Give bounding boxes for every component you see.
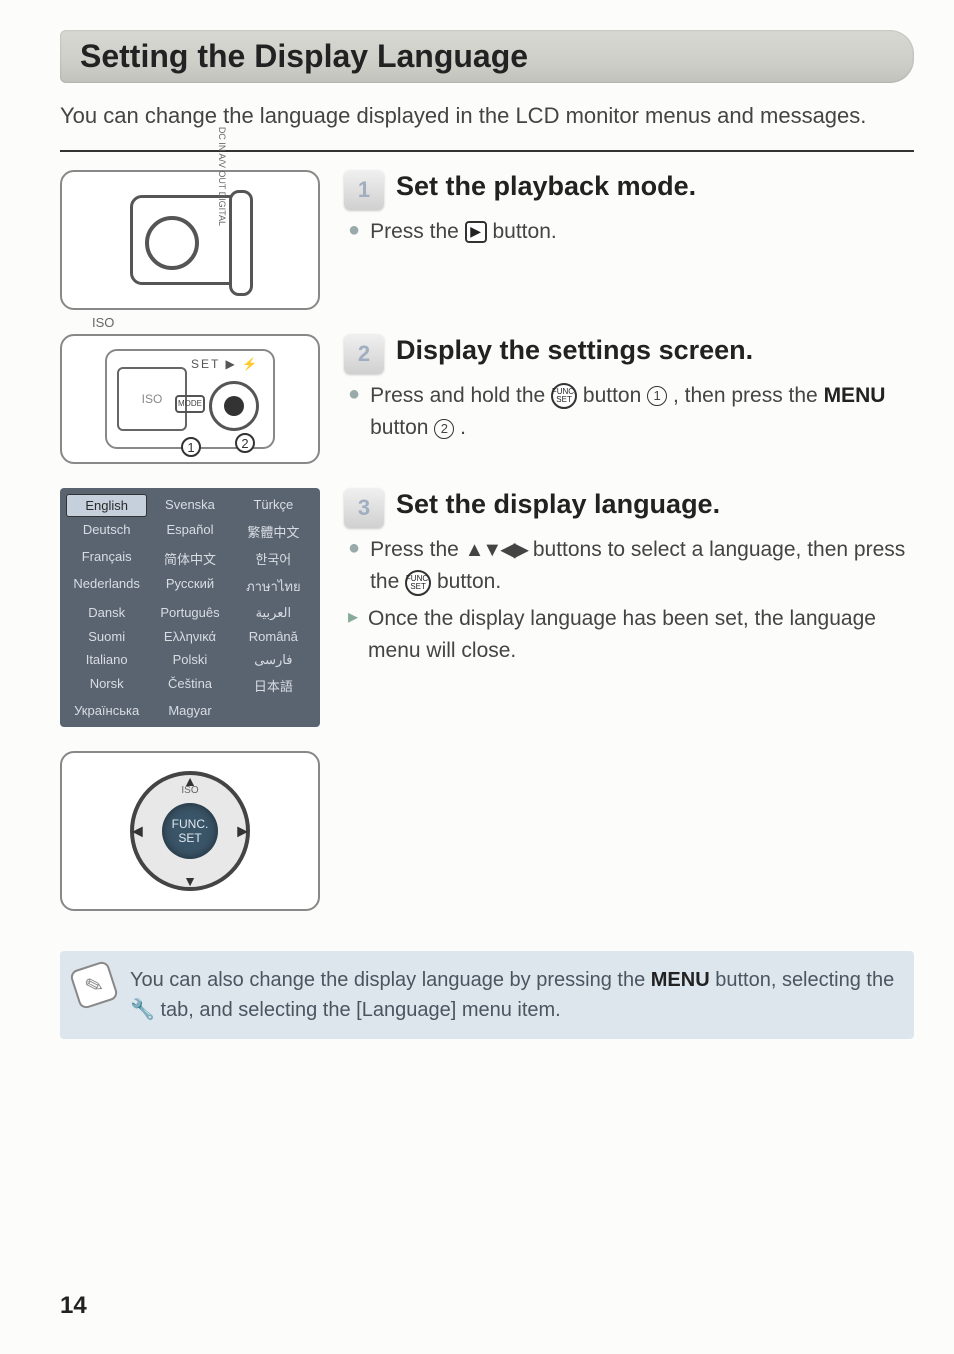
bullet-icon: ● xyxy=(348,216,360,249)
step-1-title: Set the playback mode. xyxy=(396,170,696,202)
bullet-icon: ● xyxy=(348,534,360,599)
right-arrow-icon: ▶ xyxy=(237,822,248,839)
step-2-row: SET ▶ ⚡ ISO MODE 1 2 2 Display the setti… xyxy=(60,334,914,464)
language-option: Norsk xyxy=(66,673,147,698)
divider xyxy=(60,150,914,152)
pencil-icon: ✎ xyxy=(69,960,119,1010)
language-option: English xyxy=(66,494,147,517)
step-1-text: 1 Set the playback mode. ● Press the ▶ b… xyxy=(344,170,914,310)
control-dial-closeup: ISO ▲ ▼ ◀ ▶ FUNC. SET xyxy=(60,751,320,911)
func-set-icon: FUNC. SET xyxy=(405,570,431,596)
top-icons: SET ▶ ⚡ xyxy=(191,357,259,371)
section-title: Setting the Display Language xyxy=(80,38,894,75)
language-option: Polski xyxy=(149,649,230,671)
language-option: Português xyxy=(149,602,230,624)
page-number: 14 xyxy=(60,1292,87,1320)
direction-arrows-icon: ▲▼◀▶ xyxy=(465,539,527,561)
menu-label: MENU xyxy=(824,384,886,407)
language-option: 简体中文 xyxy=(149,546,230,571)
language-option: Deutsch xyxy=(66,519,147,544)
step-3-row: EnglishSvenskaTürkçe DeutschEspañol繁體中文 Fr… xyxy=(60,488,914,727)
control-dial-illus xyxy=(209,381,259,431)
menu-label: MENU xyxy=(651,969,710,991)
step-1-row: DC IN A/V OUT DIGITAL ISO 1 Set the play… xyxy=(60,170,914,310)
step-3-instruction-2: Once the display language has been set, … xyxy=(368,603,914,668)
circled-2: 2 xyxy=(434,419,454,439)
tools-tab-icon: 🔧 xyxy=(130,999,155,1021)
circled-1: 1 xyxy=(647,386,667,406)
language-option: Română xyxy=(233,626,314,647)
iso-label: ISO xyxy=(92,315,114,330)
bullet-icon: ● xyxy=(348,380,360,445)
result-arrow-icon: ▸ xyxy=(348,603,358,668)
language-option: Українська xyxy=(66,700,147,721)
step-number-icon: 2 xyxy=(344,334,384,374)
section-title-bar: Setting the Display Language xyxy=(60,30,914,83)
language-option xyxy=(233,700,314,721)
language-option: Suomi xyxy=(66,626,147,647)
step-3-instruction-1: Press the ▲▼◀▶ buttons to select a langu… xyxy=(370,534,914,599)
step-number-icon: 3 xyxy=(344,488,384,528)
language-option: Türkçe xyxy=(233,494,314,517)
language-option: Русский xyxy=(149,573,230,600)
left-arrow-icon: ◀ xyxy=(132,822,143,839)
language-option: فارسی xyxy=(233,649,314,671)
camera-top-view: DC IN A/V OUT DIGITAL ISO xyxy=(60,170,320,310)
language-option: Ελληνικά xyxy=(149,626,230,647)
down-arrow-icon: ▼ xyxy=(183,873,197,889)
playback-icon: ▶ xyxy=(465,221,487,243)
language-option: العربية xyxy=(233,602,314,624)
language-option: ภาษาไทย xyxy=(233,573,314,600)
step-3-text: 3 Set the display language. ● Press the … xyxy=(344,488,914,727)
port-label: DC IN A/V OUT DIGITAL xyxy=(217,127,227,226)
step-3-illustration: EnglishSvenskaTürkçe DeutschEspañol繁體中文 Fr… xyxy=(60,488,320,727)
callout-1: 1 xyxy=(181,437,201,457)
step-2-text: 2 Display the settings screen. ● Press a… xyxy=(344,334,914,464)
language-option: 한국어 xyxy=(233,546,314,571)
up-arrow-icon: ▲ xyxy=(183,773,197,789)
step-2-illustration: SET ▶ ⚡ ISO MODE 1 2 xyxy=(60,334,320,464)
intro-text: You can change the language displayed in… xyxy=(60,101,914,132)
language-option: Dansk xyxy=(66,602,147,624)
mode-button-illus: MODE xyxy=(175,395,205,413)
step-2-title: Display the settings screen. xyxy=(396,334,753,366)
func-set-button-illus: FUNC. SET xyxy=(162,803,218,859)
manual-page: Setting the Display Language You can cha… xyxy=(0,0,954,1354)
step-number-icon: 1 xyxy=(344,170,384,210)
language-option: Nederlands xyxy=(66,573,147,600)
dial-closeup-illustration: ISO ▲ ▼ ◀ ▶ FUNC. SET xyxy=(60,751,320,911)
language-option: Magyar xyxy=(149,700,230,721)
language-menu-screenshot: EnglishSvenskaTürkçe DeutschEspañol繁體中文 Fr… xyxy=(60,488,320,727)
dial-closeup-row: ISO ▲ ▼ ◀ ▶ FUNC. SET xyxy=(60,751,914,911)
camera-back-view: SET ▶ ⚡ ISO MODE 1 2 xyxy=(60,334,320,464)
language-option: 繁體中文 xyxy=(233,519,314,544)
language-option: Svenska xyxy=(149,494,230,517)
step-2-instruction: Press and hold the FUNC. SET button 1 , … xyxy=(370,380,914,445)
tip-text: You can also change the display language… xyxy=(130,969,894,1021)
func-set-icon: FUNC. SET xyxy=(551,383,577,409)
step-3-title: Set the display language. xyxy=(396,488,720,520)
language-option: Italiano xyxy=(66,649,147,671)
language-option: Español xyxy=(149,519,230,544)
language-option: 日本語 xyxy=(233,673,314,698)
tip-box: ✎ You can also change the display langua… xyxy=(60,951,914,1039)
callout-2: 2 xyxy=(235,433,255,453)
language-option: Français xyxy=(66,546,147,571)
step-1-illustration: DC IN A/V OUT DIGITAL ISO xyxy=(60,170,320,310)
language-option: Čeština xyxy=(149,673,230,698)
step-1-instruction: Press the ▶ button. xyxy=(370,216,557,249)
